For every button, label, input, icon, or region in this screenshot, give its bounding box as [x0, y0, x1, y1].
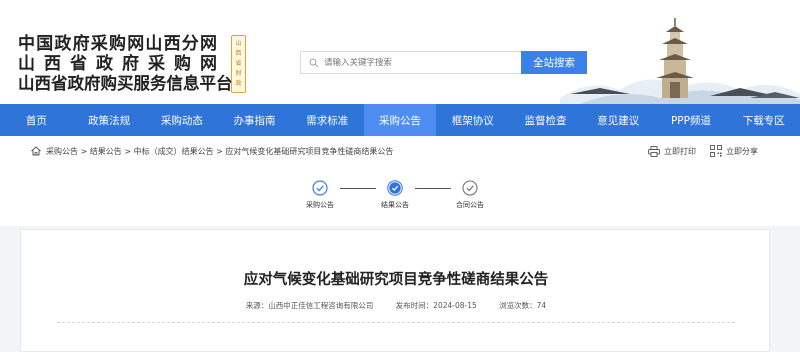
nav-item[interactable]: 框架协议: [436, 104, 509, 136]
printer-icon: [648, 145, 660, 157]
check-circle-icon: [462, 180, 478, 196]
divider: [57, 322, 735, 323]
search-box: [300, 51, 522, 74]
nav-item[interactable]: 采购动态: [145, 104, 218, 136]
qrcode-icon: [710, 145, 722, 157]
article-card: 应对气候变化基础研究项目竞争性磋商结果公告 来源：山西中正佳信工程咨询有限公司 …: [20, 229, 770, 352]
nav-item[interactable]: 需求标准: [291, 104, 364, 136]
nav-item[interactable]: 政策法规: [73, 104, 146, 136]
main-nav: 首页 政策法规 采购动态 办事指南 需求标准 采购公告 框架协议 监督检查 意见建议 PPP频道下…: [0, 104, 800, 136]
nav-item[interactable]: 采购公告: [363, 104, 437, 136]
nav-item[interactable]: 意见建议: [582, 104, 655, 136]
logo-line-1: 中国政府采购网山西分网: [18, 34, 219, 54]
nav-item[interactable]: PPP频道: [655, 104, 728, 136]
check-circle-icon: [312, 180, 328, 196]
seal-char: 财: [235, 70, 242, 77]
search-icon: [309, 58, 319, 67]
step-procurement-notice[interactable]: 采购公告: [290, 180, 350, 210]
seal-char: 西: [235, 50, 242, 57]
progress-steps: 采购公告 结果公告 合同公告: [0, 166, 800, 226]
step-label: 采购公告: [306, 201, 334, 209]
pagoda-banner-image: [560, 18, 800, 104]
step-result-notice[interactable]: 结果公告: [365, 180, 425, 210]
step-contract-notice[interactable]: 合同公告: [440, 180, 500, 210]
share-label: 立即分享: [726, 146, 758, 156]
logo-line-3: 山西省政府购买服务信息平台: [18, 74, 233, 93]
step-label: 合同公告: [456, 201, 484, 209]
nav-item[interactable]: 监督检查: [509, 104, 582, 136]
site-header: 中国政府采购网山西分网 山西省政府采购网 山西省政府购买服务信息平台 山 西 省…: [0, 0, 800, 104]
search-input[interactable]: [324, 57, 504, 68]
seal-char: 山: [235, 40, 242, 47]
nav-item[interactable]: 下载专区: [727, 104, 800, 136]
print-label: 立即打印: [664, 146, 696, 156]
article-publish-time: 发布时间：2024-08-15: [395, 301, 477, 310]
home-icon[interactable]: [30, 145, 42, 157]
article-source: 来源：山西中正佳信工程咨询有限公司: [245, 301, 374, 310]
article-tools: 立即打印 立即分享: [634, 136, 758, 166]
seal-char: 政: [235, 80, 242, 87]
finance-dept-seal: 山 西 省 财 政: [231, 35, 246, 93]
step-label: 结果公告: [381, 201, 409, 209]
article-views: 浏览次数：74: [499, 301, 547, 310]
nav-item[interactable]: 首页: [0, 104, 73, 136]
article-title: 应对气候变化基础研究项目竞争性磋商结果公告: [243, 272, 549, 288]
breadcrumb-bar: 采购公告 > 结果公告 > 中标（成交）结果公告 > 应对气候变化基础研究项目竞…: [0, 136, 800, 166]
article-meta: 来源：山西中正佳信工程咨询有限公司 发布时间：2024-08-15 浏览次数：7…: [21, 300, 771, 311]
breadcrumb: 采购公告 > 结果公告 > 中标（成交）结果公告 > 应对气候变化基础研究项目竞…: [30, 136, 393, 166]
seal-char: 省: [235, 60, 242, 67]
logo-line-2: 山西省政府采购网: [18, 54, 226, 74]
check-circle-icon: [387, 180, 403, 196]
print-button[interactable]: 立即打印: [648, 145, 696, 157]
breadcrumb-text[interactable]: 采购公告 > 结果公告 > 中标（成交）结果公告 > 应对气候变化基础研究项目竞…: [46, 146, 393, 157]
share-button[interactable]: 立即分享: [710, 145, 758, 157]
nav-item[interactable]: 办事指南: [218, 104, 291, 136]
site-logo[interactable]: 中国政府采购网山西分网 山西省政府采购网 山西省政府购买服务信息平台: [18, 34, 233, 94]
